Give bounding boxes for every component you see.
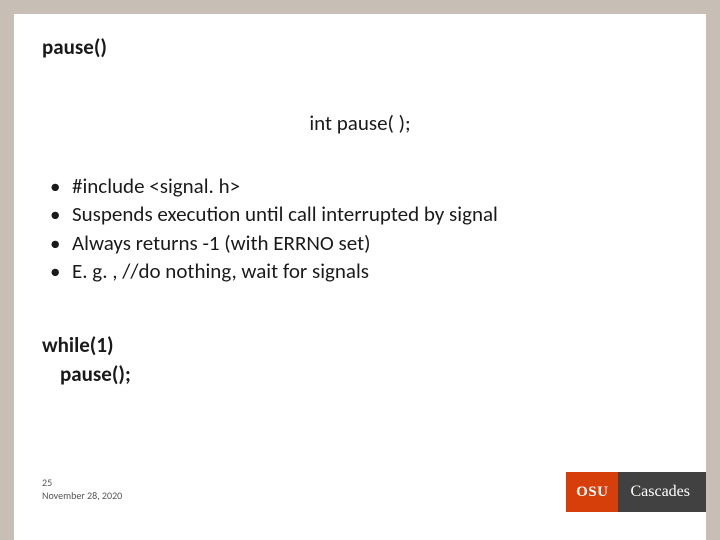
- page-number: 25: [42, 477, 122, 490]
- bullet-list: #include <signal. h> Suspends execution …: [50, 172, 678, 285]
- slide-title: pause(): [42, 34, 678, 60]
- function-signature: int pause( );: [42, 110, 678, 136]
- list-item: Suspends execution until call interrupte…: [50, 200, 678, 228]
- logo-cascades-block: Cascades: [618, 472, 706, 512]
- list-item: Always returns -1 (with ERRNO set): [50, 229, 678, 257]
- list-item: E. g. , //do nothing, wait for signals: [50, 257, 678, 285]
- logo-osu-block: OSU: [566, 472, 618, 512]
- footer-meta: 25 November 28, 2020: [42, 477, 122, 502]
- slide-body: pause() int pause( ); #include <signal. …: [14, 14, 706, 540]
- code-line: pause();: [42, 360, 678, 388]
- code-line: while(1): [42, 331, 678, 359]
- slide-border: pause() int pause( ); #include <signal. …: [0, 0, 720, 540]
- slide-date: November 28, 2020: [42, 490, 122, 503]
- list-item: #include <signal. h>: [50, 172, 678, 200]
- logo: OSU Cascades: [566, 472, 706, 512]
- code-example: while(1) pause();: [42, 331, 678, 388]
